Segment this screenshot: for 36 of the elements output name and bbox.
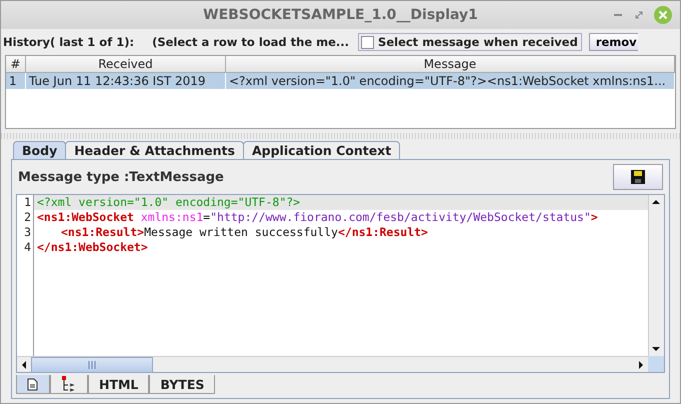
scrollbar-thumb[interactable] (31, 356, 153, 372)
table-cell: Tue Jun 11 12:43:36 IST 2019 (26, 73, 226, 89)
history-label: History( last 1 of 1): (3, 35, 134, 49)
column-header[interactable]: Message (226, 56, 675, 73)
view-tab[interactable]: BYTES (149, 375, 216, 394)
scrollbar-corner (648, 356, 664, 372)
column-header[interactable]: Received (26, 56, 226, 73)
column-header[interactable]: # (6, 56, 26, 73)
hint-text: (Select a row to load the me... (152, 35, 350, 49)
view-tab[interactable] (50, 375, 88, 394)
remove-button[interactable]: remov (588, 33, 638, 51)
tab[interactable]: Application Context (242, 141, 400, 159)
line-number: 1 (23, 195, 31, 210)
tree-icon (61, 376, 77, 392)
message-type-label: Message type :TextMessage (18, 170, 224, 184)
save-button[interactable] (613, 164, 663, 190)
code-line: </ns1:WebSocket> (36, 240, 149, 255)
minimize-icon[interactable] (614, 13, 624, 17)
view-tab[interactable]: HTML (88, 375, 150, 394)
maximize-icon[interactable] (634, 10, 644, 20)
grip-icon (88, 360, 96, 368)
table-cell: <?xml version="1.0" encoding="UTF-8"?><ns1:WebSocket xmlns:ns1... (226, 73, 675, 89)
vertical-scrollbar[interactable] (648, 195, 664, 356)
line-number: 3 (23, 225, 31, 240)
tab[interactable]: Body (13, 141, 66, 159)
code-line: <ns1:Result>Message written successfully</ns1:Result> (60, 225, 429, 240)
horizontal-scrollbar[interactable] (17, 356, 648, 372)
line-number: 4 (23, 240, 31, 255)
auto-select-checkbox[interactable]: Select message when received (358, 33, 582, 51)
line-number: 2 (23, 210, 31, 225)
code-line: <ns1:WebSocket xmlns:ns1="http://www.fiorano.com/fesb/activity/WebSocket/status"> (36, 210, 599, 225)
table-row[interactable]: 1 Tue Jun 11 12:43:36 IST 2019 <?xml version="1.0" encoding="UTF-8"?><ns1:WebSocket xmlns:ns1... (6, 73, 675, 89)
window-title: WEBSOCKETSAMPLE_1.0__Display1 (203, 7, 478, 23)
table-cell: 1 (6, 73, 26, 89)
view-tab[interactable] (16, 375, 50, 394)
document-icon (27, 378, 39, 390)
